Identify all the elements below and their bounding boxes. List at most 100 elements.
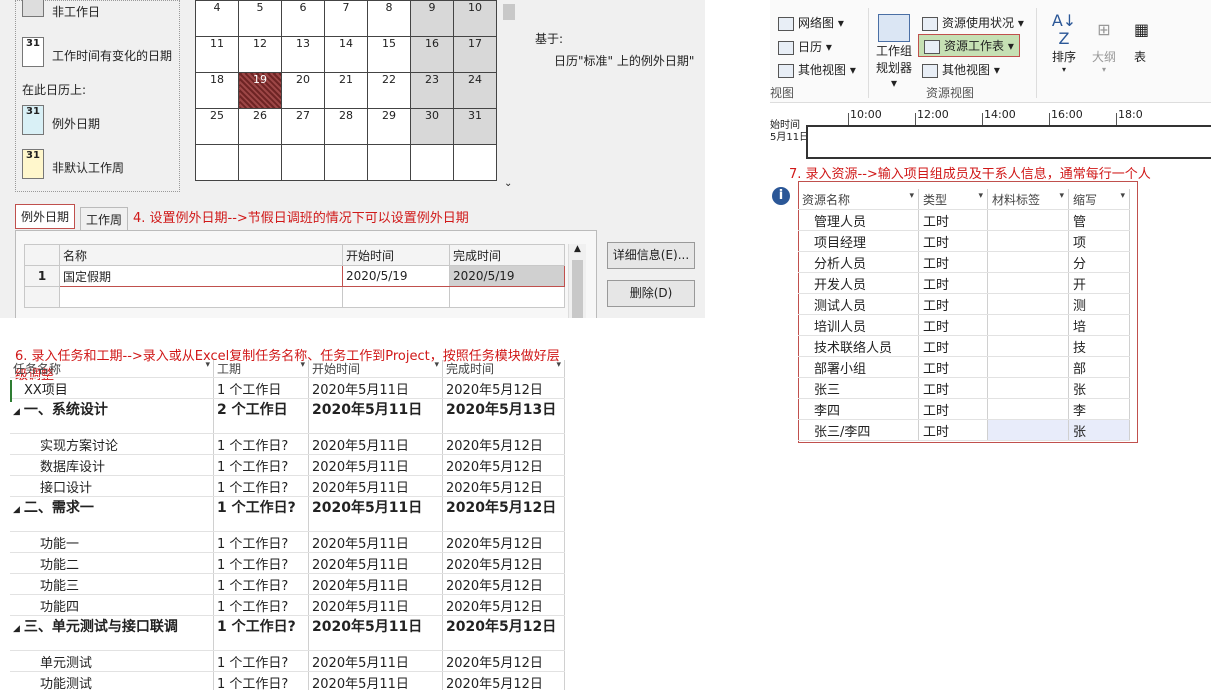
summary-task-row[interactable]: ◢ 二、需求一 1 个工作日? 2020年5月11日 2020年5月12日	[10, 496, 565, 532]
task-row[interactable]: 接口设计 1 个工作日? 2020年5月11日 2020年5月12日	[10, 475, 565, 497]
resource-row[interactable]: 管理人员 工时 管	[798, 209, 1130, 231]
task-finish-cell[interactable]: 2020年5月12日	[442, 433, 565, 455]
tab-work-week[interactable]: 工作周	[80, 207, 129, 231]
calendar-day-cell[interactable]	[410, 144, 454, 181]
summary-task-row[interactable]: ◢ 三、单元测试与接口联调 1 个工作日? 2020年5月11日 2020年5月12日	[10, 615, 565, 651]
filter-dropdown-icon[interactable]: ▾	[909, 191, 914, 201]
calendar-scroll-thumb[interactable]	[503, 4, 515, 20]
task-start-cell[interactable]: 2020年5月11日	[308, 671, 443, 690]
resource-type-cell[interactable]: 工时	[918, 419, 988, 441]
tab-exceptions[interactable]: 例外日期	[15, 204, 76, 229]
resource-material-cell[interactable]	[987, 272, 1069, 294]
filter-dropdown-icon[interactable]: ▾	[1120, 191, 1125, 201]
calendar-day-cell[interactable]	[453, 144, 497, 181]
task-column-header[interactable]: 任务名称 ▾	[10, 360, 214, 378]
calendar-day-cell[interactable]	[367, 144, 411, 181]
task-row[interactable]: 实现方案讨论 1 个工作日? 2020年5月11日 2020年5月12日	[10, 433, 565, 455]
task-duration-cell[interactable]: 1 个工作日	[213, 377, 309, 399]
task-finish-cell[interactable]: 2020年5月12日	[442, 377, 565, 399]
resource-initials-cell[interactable]: 李	[1068, 398, 1130, 420]
exception-name-cell[interactable]	[59, 286, 343, 308]
calendar-day-cell[interactable]: 10	[453, 0, 497, 37]
exception-finish-cell[interactable]	[449, 286, 565, 308]
exception-scroll-thumb[interactable]	[572, 260, 583, 318]
task-finish-cell[interactable]: 2020年5月12日	[442, 496, 565, 532]
resource-material-cell[interactable]	[987, 398, 1069, 420]
task-name-cell[interactable]: XX项目	[10, 377, 214, 399]
resource-name-cell[interactable]: 分析人员	[798, 251, 919, 273]
task-duration-cell[interactable]: 1 个工作日?	[213, 475, 309, 497]
task-duration-cell[interactable]: 1 个工作日?	[213, 454, 309, 476]
calendar-day-cell[interactable]: 26	[238, 108, 282, 145]
resource-initials-cell[interactable]: 管	[1068, 209, 1130, 231]
filter-dropdown-icon[interactable]: ▾	[205, 360, 210, 370]
month-calendar[interactable]: 4 5 6 7 8 9 10 11 12 13 14 15 16 17 18 19 20 21 22 23 24 25 26…	[195, 0, 497, 181]
calendar-day-cell[interactable]: 5	[238, 0, 282, 37]
resource-material-cell[interactable]	[987, 335, 1069, 357]
calendar-day-cell[interactable]: 19	[238, 72, 282, 109]
calendar-day-cell[interactable]: 13	[281, 36, 325, 73]
resource-row[interactable]: 技术联络人员 工时 技	[798, 335, 1130, 357]
task-start-cell[interactable]: 2020年5月11日	[308, 573, 443, 595]
resource-type-cell[interactable]: 工时	[918, 398, 988, 420]
task-name-cell[interactable]: 数据库设计	[10, 454, 214, 476]
resource-sheet-button[interactable]: 资源工作表 ▾	[918, 34, 1020, 57]
exception-start-cell[interactable]	[342, 286, 450, 308]
resource-usage-button[interactable]: 资源使用状况 ▾	[922, 14, 1024, 31]
resource-material-cell[interactable]	[987, 251, 1069, 273]
task-name-cell[interactable]: 实现方案讨论	[10, 433, 214, 455]
task-name-cell[interactable]: 功能三	[10, 573, 214, 595]
task-finish-cell[interactable]: 2020年5月12日	[442, 573, 565, 595]
resource-name-cell[interactable]: 李四	[798, 398, 919, 420]
summary-task-row[interactable]: ◢ 一、系统设计 2 个工作日 2020年5月11日 2020年5月13日	[10, 398, 565, 434]
resource-type-cell[interactable]: 工时	[918, 314, 988, 336]
calendar-day-cell[interactable]: 14	[324, 36, 368, 73]
task-duration-cell[interactable]: 1 个工作日?	[213, 552, 309, 574]
task-name-cell[interactable]: ◢ 三、单元测试与接口联调	[10, 615, 214, 651]
exception-start-cell[interactable]: 2020/5/19	[342, 265, 450, 287]
task-duration-cell[interactable]: 1 个工作日?	[213, 650, 309, 672]
task-row[interactable]: 功能四 1 个工作日? 2020年5月11日 2020年5月12日	[10, 594, 565, 616]
calendar-day-cell[interactable]: 17	[453, 36, 497, 73]
resource-row[interactable]: 开发人员 工时 开	[798, 272, 1130, 294]
details-button[interactable]: 详细信息(E)...	[607, 242, 695, 269]
calendar-day-cell[interactable]: 27	[281, 108, 325, 145]
task-start-cell[interactable]: 2020年5月11日	[308, 552, 443, 574]
task-name-cell[interactable]: ◢ 二、需求一	[10, 496, 214, 532]
scroll-down-icon[interactable]: ⌄	[504, 178, 512, 189]
task-finish-cell[interactable]: 2020年5月12日	[442, 552, 565, 574]
task-name-cell[interactable]: 功能二	[10, 552, 214, 574]
calendar-day-cell[interactable]	[238, 144, 282, 181]
resource-initials-cell[interactable]: 测	[1068, 293, 1130, 315]
task-name-cell[interactable]: 接口设计	[10, 475, 214, 497]
task-finish-cell[interactable]: 2020年5月12日	[442, 671, 565, 690]
resource-name-cell[interactable]: 部署小组	[798, 356, 919, 378]
task-column-header[interactable]: 开始时间 ▾	[308, 360, 443, 378]
calendar-day-cell[interactable]: 4	[195, 0, 239, 37]
filter-dropdown-icon[interactable]: ▾	[978, 191, 983, 201]
resource-row[interactable]: 培训人员 工时 培	[798, 314, 1130, 336]
team-planner-button[interactable]: 工作组 规划器 ▾	[874, 14, 914, 90]
exception-finish-cell[interactable]: 2020/5/19	[449, 265, 565, 287]
other-views-button-2[interactable]: 其他视图 ▾	[922, 61, 1000, 78]
task-finish-cell[interactable]: 2020年5月12日	[442, 475, 565, 497]
resource-material-cell[interactable]	[987, 209, 1069, 231]
filter-dropdown-icon[interactable]: ▾	[556, 360, 561, 370]
task-row[interactable]: 功能三 1 个工作日? 2020年5月11日 2020年5月12日	[10, 573, 565, 595]
resource-name-cell[interactable]: 培训人员	[798, 314, 919, 336]
resource-name-cell[interactable]: 项目经理	[798, 230, 919, 252]
resource-type-cell[interactable]: 工时	[918, 356, 988, 378]
filter-dropdown-icon[interactable]: ▾	[434, 360, 439, 370]
resource-material-cell[interactable]	[987, 230, 1069, 252]
calendar-day-cell[interactable]: 6	[281, 0, 325, 37]
resource-type-cell[interactable]: 工时	[918, 335, 988, 357]
task-start-cell[interactable]: 2020年5月11日	[308, 377, 443, 399]
resource-row[interactable]: 分析人员 工时 分	[798, 251, 1130, 273]
resource-row[interactable]: 张三/李四 工时 张	[798, 419, 1130, 441]
collapse-triangle-icon[interactable]: ◢	[13, 624, 20, 634]
task-row[interactable]: XX项目 1 个工作日 2020年5月11日 2020年5月12日	[10, 377, 565, 399]
task-start-cell[interactable]: 2020年5月11日	[308, 398, 443, 434]
calendar-day-cell[interactable]: 24	[453, 72, 497, 109]
task-finish-cell[interactable]: 2020年5月13日	[442, 398, 565, 434]
task-duration-cell[interactable]: 1 个工作日?	[213, 496, 309, 532]
